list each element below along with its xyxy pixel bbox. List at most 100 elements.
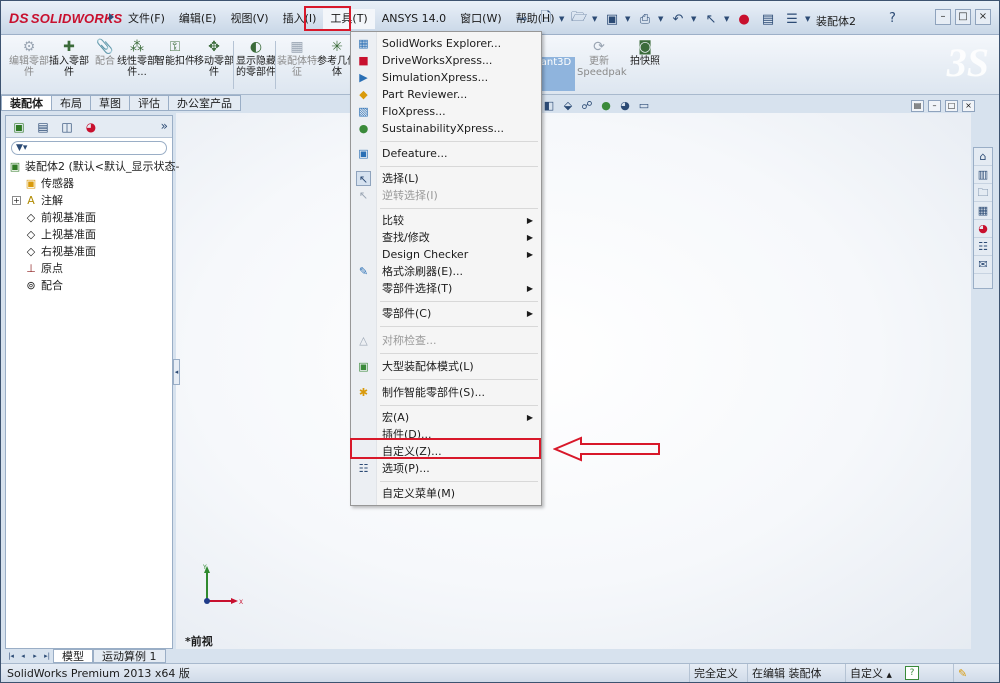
- tree-item-front-plane[interactable]: ◇ 前视基准面: [8, 209, 172, 226]
- smart-fastener-button[interactable]: ⚿ 智能扣件: [155, 39, 195, 67]
- tab-nav-next-icon[interactable]: ▸: [29, 649, 41, 663]
- graphics-area[interactable]: [176, 113, 971, 649]
- menu-view[interactable]: 视图(V): [223, 9, 275, 29]
- viewport-close-button[interactable]: ×: [962, 100, 975, 112]
- tree-item-right-plane[interactable]: ◇ 右视基准面: [8, 243, 172, 260]
- tree-item-annotations[interactable]: + A 注解: [8, 192, 172, 209]
- filter-icon[interactable]: ▼▾: [11, 141, 167, 155]
- restore-button[interactable]: □: [955, 9, 971, 25]
- configuration-manager-tab-icon[interactable]: ◫: [58, 119, 76, 135]
- feature-tree-tab-icon[interactable]: ▣: [10, 119, 28, 135]
- tab-model[interactable]: 模型: [53, 649, 93, 663]
- tab-nav-last-icon[interactable]: ▸|: [41, 649, 53, 663]
- chevron-down-icon[interactable]: ▼: [805, 9, 812, 29]
- edit-appearance-icon[interactable]: ●: [598, 99, 614, 115]
- tab-nav-prev-icon[interactable]: ◂: [17, 649, 29, 663]
- update-speedpak-button[interactable]: ⟳ 更新Speedpak: [577, 39, 627, 78]
- menu-item-sustainabilityxpress[interactable]: ● SustainabilityXpress...: [351, 120, 541, 137]
- menu-item-component[interactable]: 零部件(C) ▶: [351, 305, 541, 322]
- menu-item-part-reviewer[interactable]: ◆ Part Reviewer...: [351, 86, 541, 103]
- menu-item-component-selection[interactable]: 零部件选择(T) ▶: [351, 280, 541, 297]
- chevron-down-icon[interactable]: ▼: [691, 9, 698, 29]
- menu-item-driveworksxpress[interactable]: ■ DriveWorksXpress...: [351, 52, 541, 69]
- forum-icon[interactable]: ✉: [974, 256, 992, 274]
- rebuild-traffic-light-icon[interactable]: ●: [733, 9, 755, 29]
- menu-ansys[interactable]: ANSYS 14.0: [375, 9, 453, 29]
- open-folder-icon[interactable]: 🗁: [568, 9, 590, 29]
- panel-splitter-handle[interactable]: ◂: [173, 359, 180, 385]
- menu-item-design-checker[interactable]: Design Checker ▶: [351, 246, 541, 263]
- view-orientation-icon[interactable]: ◧: [541, 99, 557, 115]
- menu-item-find-modify[interactable]: 查找/修改 ▶: [351, 229, 541, 246]
- tab-sketch[interactable]: 草图: [91, 95, 130, 111]
- menu-file[interactable]: 文件(F): [121, 9, 172, 29]
- tab-nav-first-icon[interactable]: |◂: [5, 649, 17, 663]
- menu-edit[interactable]: 编辑(E): [172, 9, 224, 29]
- menu-item-large-assembly-mode[interactable]: ▣ 大型装配体模式(L): [351, 358, 541, 375]
- menu-item-make-smart-component[interactable]: ✱ 制作智能零部件(S)...: [351, 384, 541, 401]
- rebuild-status-icon[interactable]: ✎: [953, 664, 993, 682]
- save-icon[interactable]: ▣: [601, 9, 623, 29]
- show-hidden-components-button[interactable]: ◐ 显示隐藏的零部件: [236, 39, 276, 78]
- menu-item-macro[interactable]: 宏(A) ▶: [351, 409, 541, 426]
- appearances-icon[interactable]: ◕: [974, 220, 992, 238]
- menu-item-compare[interactable]: 比较 ▶: [351, 212, 541, 229]
- apply-scene-icon[interactable]: ◕: [617, 99, 633, 115]
- expand-panel-icon[interactable]: »: [161, 119, 168, 133]
- pin-icon[interactable]: ⊸: [511, 9, 533, 29]
- menu-item-invert-selection[interactable]: ↖ 逆转选择(I): [351, 187, 541, 204]
- tree-item-mates[interactable]: ⊚ 配合: [8, 277, 172, 294]
- tab-office-products[interactable]: 办公室产品: [169, 95, 241, 111]
- menu-expand-arrow-icon[interactable]: [109, 13, 114, 21]
- view-settings-icon[interactable]: ▭: [636, 99, 652, 115]
- new-document-icon[interactable]: 🗋: [535, 9, 557, 29]
- tab-assembly[interactable]: 装配体: [1, 95, 52, 111]
- select-cursor-icon[interactable]: ↖: [700, 9, 722, 29]
- undo-icon[interactable]: ↶: [667, 9, 689, 29]
- hide-show-items-icon[interactable]: ☍: [579, 99, 595, 115]
- menu-item-simulationxpress[interactable]: ▶ SimulationXpress...: [351, 69, 541, 86]
- minimize-button[interactable]: –: [935, 9, 951, 25]
- help-icon[interactable]: ?: [889, 11, 896, 26]
- tree-item-origin[interactable]: ⊥ 原点: [8, 260, 172, 277]
- viewport-split-icon[interactable]: ▤: [911, 100, 924, 112]
- print-icon[interactable]: ⎙: [634, 9, 656, 29]
- chevron-down-icon[interactable]: ▼: [592, 9, 599, 29]
- menu-window[interactable]: 窗口(W): [453, 9, 508, 29]
- menu-item-solidworks-explorer[interactable]: ▦ SolidWorks Explorer...: [351, 35, 541, 52]
- chevron-down-icon[interactable]: ▼: [625, 9, 632, 29]
- insert-component-button[interactable]: ✚ 插入零部件: [49, 39, 89, 78]
- menu-item-format-painter[interactable]: ✎ 格式涂刷器(E)...: [351, 263, 541, 280]
- expand-plus-icon[interactable]: +: [12, 196, 21, 205]
- design-library-icon[interactable]: ▥: [974, 166, 992, 184]
- file-explorer-icon[interactable]: 🗀: [974, 184, 992, 202]
- menu-item-customize-menu[interactable]: 自定义菜单(M): [351, 485, 541, 502]
- tree-item-sensors[interactable]: ▣ 传感器: [8, 175, 172, 192]
- menu-item-defeature[interactable]: ▣ Defeature...: [351, 145, 541, 162]
- assembly-feature-button[interactable]: ▦ 装配体特征: [277, 39, 317, 78]
- take-snapshot-button[interactable]: ◙ 拍快照: [625, 39, 665, 67]
- viewport-restore-button[interactable]: □: [945, 100, 958, 112]
- property-manager-tab-icon[interactable]: ▤: [34, 119, 52, 135]
- edit-component-button[interactable]: ⚙ 编辑零部件: [9, 39, 49, 78]
- chevron-down-icon[interactable]: ▼: [724, 9, 731, 29]
- menu-item-select[interactable]: ↖ 选择(L): [351, 170, 541, 187]
- tab-evaluate[interactable]: 评估: [130, 95, 169, 111]
- custom-properties-icon[interactable]: ☷: [974, 238, 992, 256]
- file-properties-icon[interactable]: ▤: [757, 9, 779, 29]
- quick-tips-help-icon[interactable]: ?: [905, 666, 919, 680]
- solidworks-logo[interactable]: DS SOLIDWORKS: [9, 10, 122, 26]
- tab-layout[interactable]: 布局: [52, 95, 91, 111]
- display-style-icon[interactable]: ⬙: [560, 99, 576, 115]
- close-button[interactable]: ×: [975, 9, 991, 25]
- units-selector[interactable]: 自定义 ▲: [845, 664, 901, 682]
- tree-item-top-plane[interactable]: ◇ 上视基准面: [8, 226, 172, 243]
- menu-item-floxpress[interactable]: ▧ FloXpress...: [351, 103, 541, 120]
- viewport-minimize-button[interactable]: –: [928, 100, 941, 112]
- linear-pattern-button[interactable]: ⁂ 线性零部件...: [117, 39, 157, 78]
- view-palette-icon[interactable]: ▦: [974, 202, 992, 220]
- menu-item-symmetry-check[interactable]: △ 对称检查...: [351, 332, 541, 349]
- tree-root-assembly[interactable]: ▣ 装配体2 (默认<默认_显示状态-: [8, 158, 180, 175]
- options-icon[interactable]: ☰: [781, 9, 803, 29]
- solidworks-resources-icon[interactable]: ⌂: [974, 148, 992, 166]
